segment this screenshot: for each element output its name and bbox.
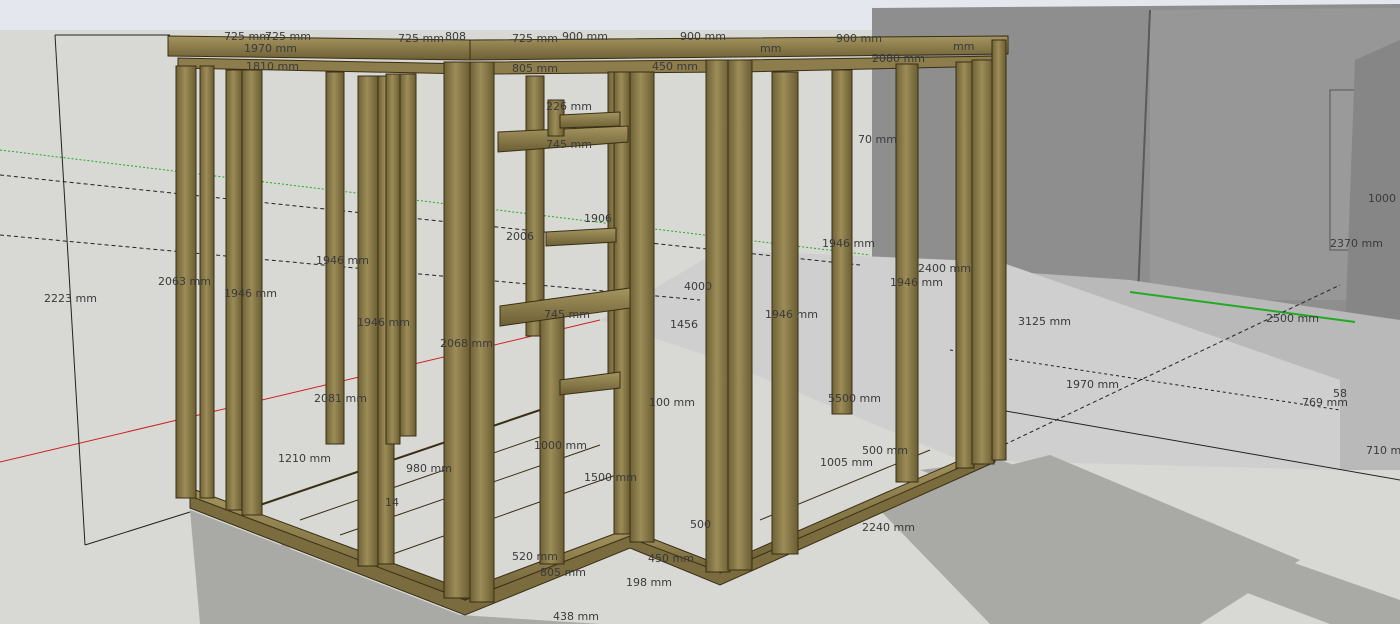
dimension-label: 725 mm bbox=[398, 32, 444, 45]
dimension-label: 500 mm bbox=[862, 444, 908, 457]
dimension-label: 980 mm bbox=[406, 462, 452, 475]
dimension-label: 1946 mm bbox=[822, 237, 875, 250]
dimension-label: mm bbox=[760, 42, 781, 55]
dimension-label: 2063 mm bbox=[158, 275, 211, 288]
dimension-label: 450 mm bbox=[648, 552, 694, 565]
dimension-label: 900 mm bbox=[562, 30, 608, 43]
dimension-label: 58 bbox=[1333, 387, 1347, 400]
dimension-label: 805 mm bbox=[540, 566, 586, 579]
dimension-label: 1906 bbox=[584, 212, 612, 225]
dimension-label: 2500 mm bbox=[1266, 312, 1319, 325]
dimension-label: 5500 mm bbox=[828, 392, 881, 405]
dimension-label: 2080 mm bbox=[872, 52, 925, 65]
dimension-label: 2081 mm bbox=[314, 392, 367, 405]
dimension-label: 4000 bbox=[684, 280, 712, 293]
dimension-label: 1946 mm bbox=[357, 316, 410, 329]
model-viewport[interactable]: 725 mm 725 mm 725 mm 808 725 mm 900 mm 9… bbox=[0, 0, 1400, 624]
dimension-label: 2240 mm bbox=[862, 521, 915, 534]
dimension-label: 1000 mm bbox=[534, 439, 587, 452]
dimension-label: 1946 mm bbox=[890, 276, 943, 289]
dimension-label: 198 mm bbox=[626, 576, 672, 589]
dimension-label: 808 bbox=[445, 30, 466, 43]
dimension-label: 1946 mm bbox=[224, 287, 277, 300]
dimension-label: 450 mm bbox=[652, 60, 698, 73]
dimension-label: 710 mm bbox=[1366, 444, 1400, 457]
dimension-label: 1005 mm bbox=[820, 456, 873, 469]
dimension-label: 1946 mm bbox=[316, 254, 369, 267]
dimension-label: 900 mm bbox=[680, 30, 726, 43]
dimension-label: 520 mm bbox=[512, 550, 558, 563]
dimension-label: 900 mm bbox=[836, 32, 882, 45]
dimension-label: 1946 mm bbox=[765, 308, 818, 321]
dimension-label: 2370 mm bbox=[1330, 237, 1383, 250]
dimension-label: 1000 mm bbox=[1368, 192, 1400, 205]
dimension-label: 438 mm bbox=[553, 610, 599, 623]
dimension-label: 100 mm bbox=[649, 396, 695, 409]
dimension-label: 1456 bbox=[670, 318, 698, 331]
dimension-label: 745 mm bbox=[544, 308, 590, 321]
dimension-label: 3125 mm bbox=[1018, 315, 1071, 328]
dimension-label: 2400 mm bbox=[918, 262, 971, 275]
dimension-label: 2068 mm bbox=[440, 337, 493, 350]
dimension-label: 1810 mm bbox=[246, 60, 299, 73]
dimension-label: 1970 mm bbox=[1066, 378, 1119, 391]
dimension-label: 805 mm bbox=[512, 62, 558, 75]
dimension-label: 2006 bbox=[506, 230, 534, 243]
dimension-label: 1210 mm bbox=[278, 452, 331, 465]
dimension-label: 1970 mm bbox=[244, 42, 297, 55]
dimension-label: 725 mm bbox=[512, 32, 558, 45]
dimension-label: 745 mm bbox=[546, 138, 592, 151]
dimension-label: 500 bbox=[690, 518, 711, 531]
dimension-label: 14 bbox=[385, 496, 399, 509]
dimension-label: 226 mm bbox=[546, 100, 592, 113]
dimension-label: 1500 mm bbox=[584, 471, 637, 484]
dimension-label: 70 mm bbox=[858, 133, 897, 146]
dimension-label: mm bbox=[953, 40, 974, 53]
dimension-label: 2223 mm bbox=[44, 292, 97, 305]
